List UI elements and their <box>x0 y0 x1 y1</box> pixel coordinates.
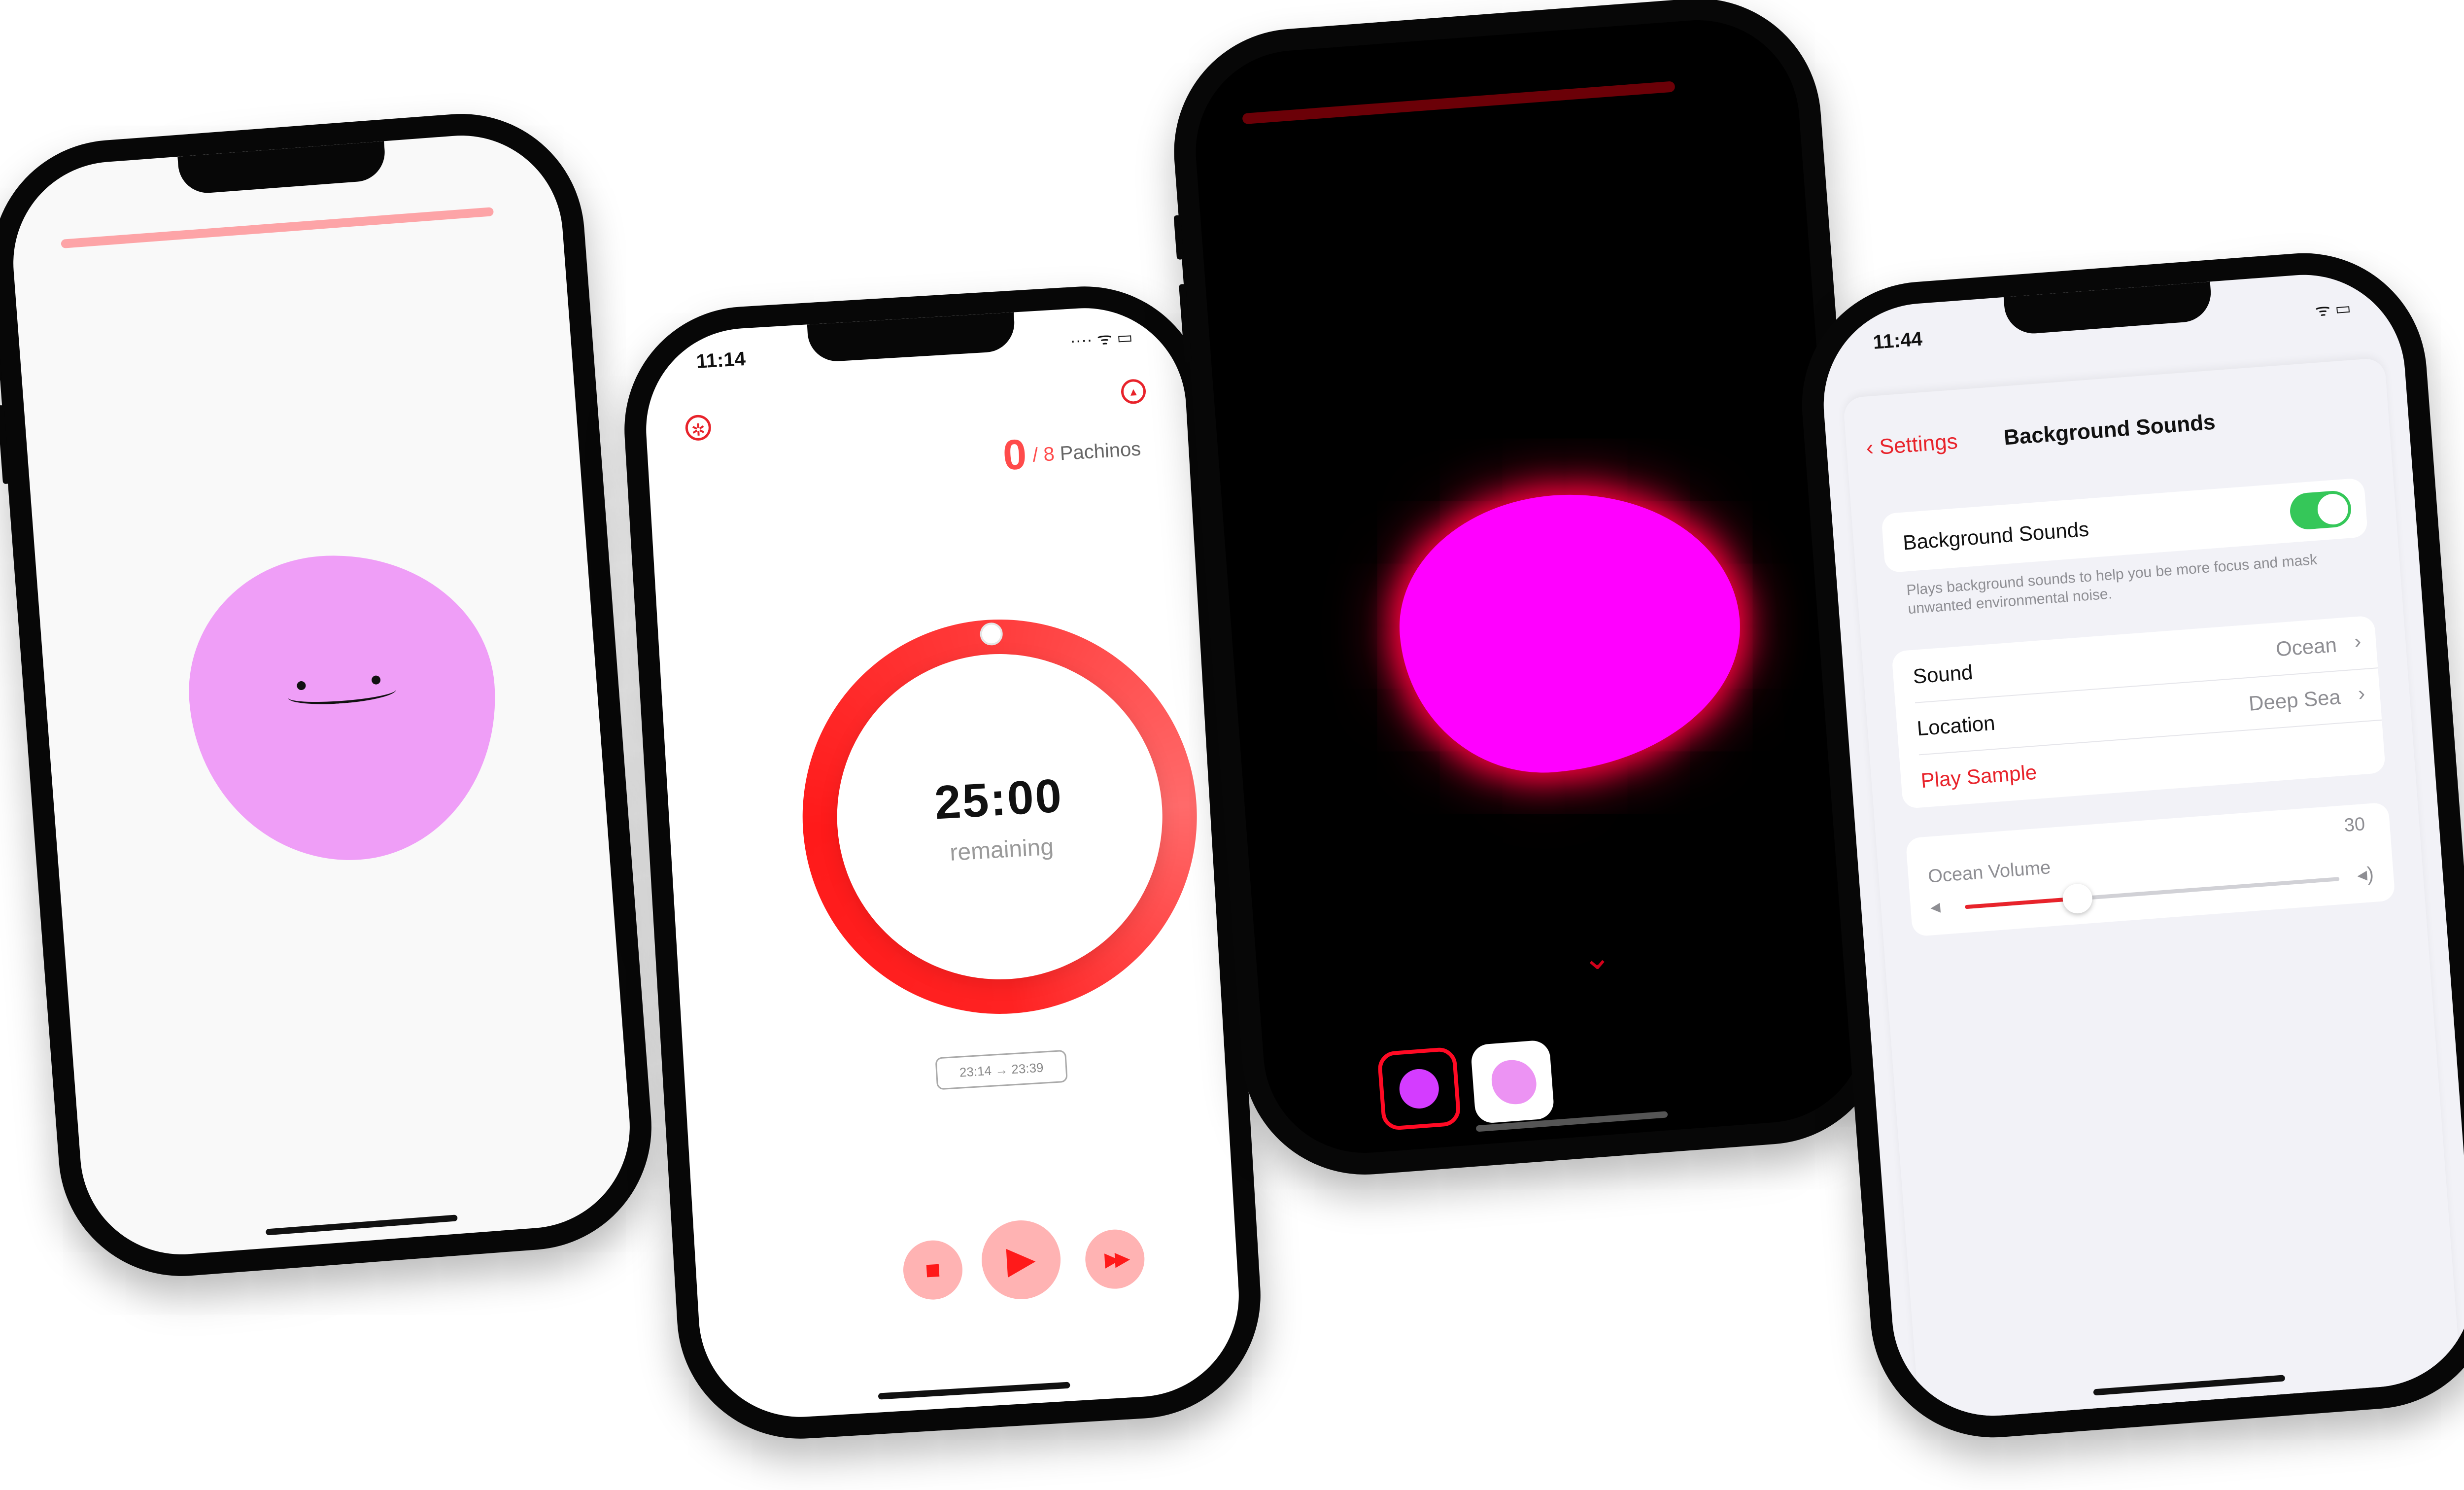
screen <box>6 128 637 1262</box>
status-icons: ᯤ ▭ <box>2314 299 2352 320</box>
play-sample-button[interactable]: Play Sample <box>1920 761 2038 793</box>
theme-light-thumb[interactable] <box>1470 1039 1555 1124</box>
volume-label: Ocean Volume <box>1927 857 2052 887</box>
pachino-goal: / 8 Pachinos <box>1032 438 1141 467</box>
timer-face: 25:00 remaining <box>827 644 1172 989</box>
speaker-high-icon: ◂) <box>2356 863 2375 886</box>
background-sounds-toggle[interactable] <box>2289 489 2353 531</box>
count-unit: Pachinos <box>1059 438 1142 465</box>
toggle-knob <box>2316 492 2350 526</box>
stop-button[interactable]: ■ <box>901 1239 964 1302</box>
toggle-label: Background Sounds <box>1902 517 2090 554</box>
triangle-up-icon[interactable]: ▲ <box>1120 378 1147 405</box>
chevron-right-icon: › <box>2353 629 2362 653</box>
screen: 11:44 ᯤ ▭ ‹ Settings Background Sounds B… <box>1816 267 2464 1423</box>
chevron-right-icon: › <box>2357 681 2366 705</box>
notch <box>2003 281 2213 336</box>
settings-sheet: ‹ Settings Background Sounds Background … <box>1843 357 2463 1423</box>
phone-settings: 11:44 ᯤ ▭ ‹ Settings Background Sounds B… <box>1793 244 2464 1447</box>
status-time: 11:44 <box>1872 328 1923 353</box>
home-indicator[interactable] <box>878 1382 1070 1400</box>
gear-icon[interactable]: ✲ <box>684 414 712 442</box>
sound-label: Sound <box>1912 660 1974 688</box>
count-separator: / <box>1032 444 1039 466</box>
range-end: 23:39 <box>1011 1060 1044 1077</box>
pachino-count: 0 <box>1001 430 1028 480</box>
chevron-left-icon: ‹ <box>1865 435 1881 460</box>
location-label: Location <box>1916 711 1996 740</box>
status-time: 11:14 <box>695 347 747 373</box>
blob-icon <box>1490 1058 1538 1106</box>
phone-face <box>0 105 660 1285</box>
range-start: 23:14 <box>959 1063 992 1080</box>
time-range: 23:14 → 23:39 <box>935 1049 1068 1090</box>
timer-ring[interactable]: 25:00 remaining <box>791 608 1208 1025</box>
progress-bar <box>61 207 494 249</box>
timer-label: remaining <box>949 833 1055 866</box>
glowing-blob[interactable] <box>1390 482 1750 783</box>
pachino-blob[interactable] <box>179 544 507 872</box>
phone-dark: ⌄ <box>1165 0 1898 1184</box>
ring-handle[interactable] <box>979 622 1003 646</box>
back-button[interactable]: ‹ Settings <box>1865 429 1958 461</box>
status-icons: ···· ᯤ ▭ <box>1069 328 1133 350</box>
side-button <box>1173 215 1184 260</box>
side-button <box>0 336 2 381</box>
progress-bar <box>1242 81 1676 125</box>
play-button[interactable]: ▶ <box>979 1218 1063 1302</box>
speaker-low-icon: ◂ <box>1929 896 1941 918</box>
dot-icon <box>1398 1068 1440 1110</box>
volume-slider-knob[interactable] <box>2061 882 2093 915</box>
volume-slider-fill <box>1965 897 2078 909</box>
volume-value: 30 <box>2343 814 2366 836</box>
back-label: Settings <box>1878 429 1959 459</box>
home-indicator[interactable] <box>265 1214 458 1236</box>
screen: ⌄ <box>1188 13 1875 1160</box>
timer-time: 25:00 <box>933 769 1064 830</box>
volume-card: 30 Ocean Volume ◂ ◂) <box>1905 802 2396 937</box>
chevron-down-icon[interactable]: ⌄ <box>1581 936 1613 978</box>
theme-dark-thumb[interactable] <box>1376 1046 1462 1131</box>
phone-timer: 11:14 ···· ᯤ ▭ ✲ ▲ 0 / 8 Pachinos 25:00 … <box>617 279 1268 1446</box>
sound-value[interactable]: Ocean <box>2275 633 2337 661</box>
notch <box>177 141 387 195</box>
count-goal: 8 <box>1043 443 1056 466</box>
skip-button[interactable]: ▶▶ <box>1083 1228 1146 1291</box>
sound-card: Sound Ocean › Location Deep Sea › Play S… <box>1891 615 2386 809</box>
notch <box>807 312 1016 363</box>
side-button <box>0 405 10 485</box>
screen: 11:14 ···· ᯤ ▭ ✲ ▲ 0 / 8 Pachinos 25:00 … <box>640 302 1245 1423</box>
arrow-icon: → <box>994 1062 1009 1078</box>
volume-slider[interactable] <box>1965 877 2340 915</box>
location-value[interactable]: Deep Sea <box>2248 685 2341 716</box>
nav-title: Background Sounds <box>2003 410 2217 450</box>
